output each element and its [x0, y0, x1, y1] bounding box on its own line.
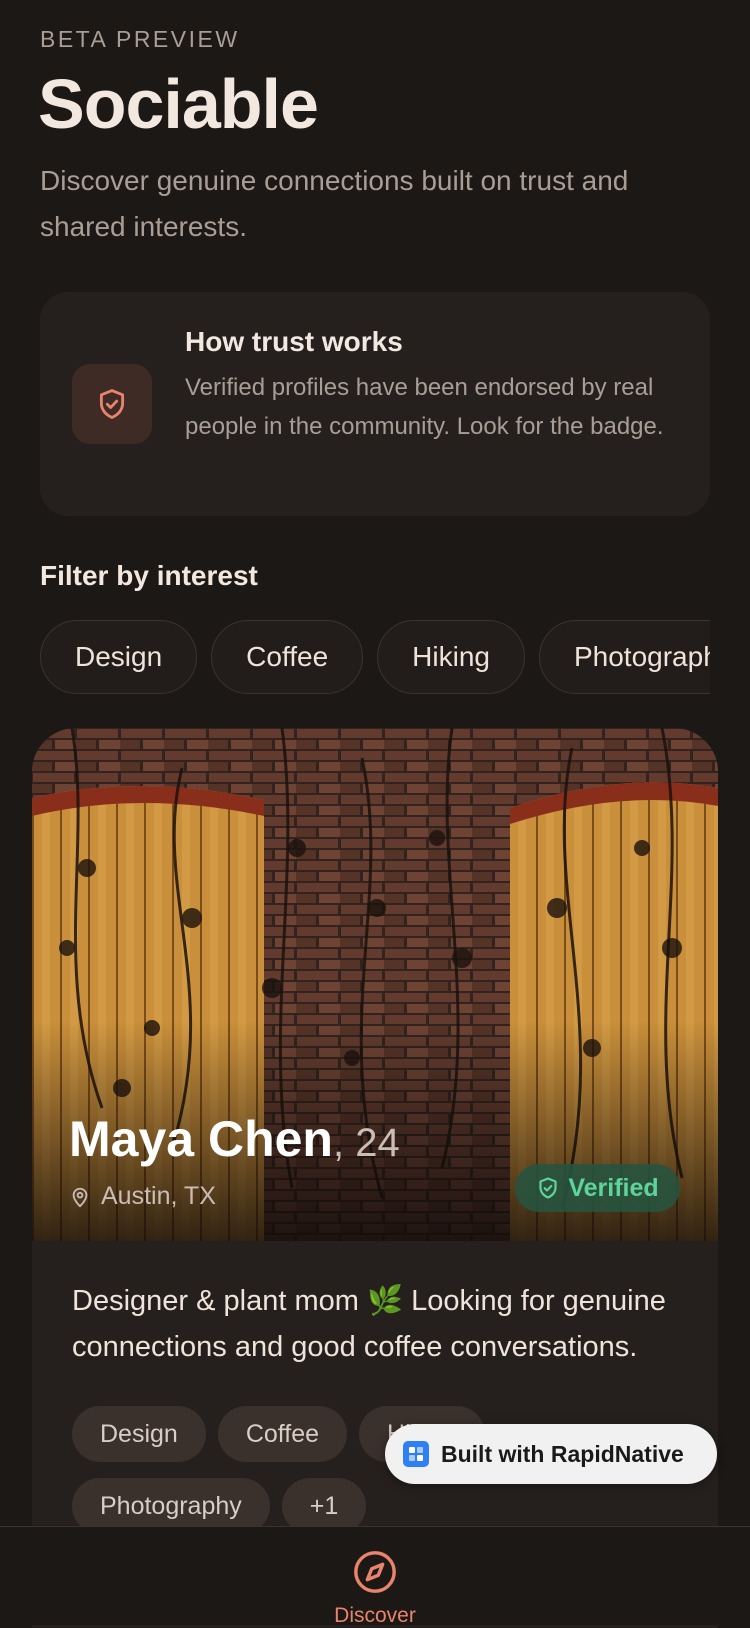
trust-info-card: How trust works Verified profiles have b…: [40, 292, 710, 516]
profile-card[interactable]: Maya Chen, 24 Austin, TX Verified Design…: [32, 728, 718, 1628]
profile-tag: Design: [72, 1406, 206, 1462]
filter-chip-design[interactable]: Design: [40, 620, 198, 694]
app-subtitle: Discover genuine connections built on tr…: [40, 165, 629, 242]
interest-filter-chips: DesignCoffeeHikingPhotography: [40, 620, 710, 696]
built-with-rapidnative-badge[interactable]: Built with RapidNative: [385, 1424, 717, 1484]
profile-age: , 24: [332, 1121, 400, 1165]
trust-description: Verified profiles have been endorsed by …: [185, 374, 664, 440]
filter-chip-coffee[interactable]: Coffee: [211, 620, 364, 694]
profile-name-text: Maya Chen: [69, 1111, 333, 1167]
profile-photo: Maya Chen, 24 Austin, TX Verified: [32, 728, 718, 1241]
trust-title: How trust works: [185, 326, 403, 357]
rapidnative-logo-icon: [403, 1441, 429, 1467]
profile-name: Maya Chen, 24: [69, 1110, 400, 1168]
verified-badge: Verified: [515, 1164, 680, 1212]
filter-chip-hiking[interactable]: Hiking: [377, 620, 525, 694]
profile-tag: Coffee: [217, 1406, 348, 1462]
app-title: Sociable: [38, 65, 319, 143]
profile-location: Austin, TX: [69, 1182, 216, 1211]
filter-chip-photography[interactable]: Photography: [538, 620, 710, 694]
shield-check-icon: [72, 364, 152, 444]
profile-bio: Designer & plant mom 🌿 Looking for genui…: [72, 1285, 666, 1363]
verified-label: Verified: [568, 1173, 659, 1202]
rapidnative-label: Built with RapidNative: [441, 1440, 684, 1467]
location-pin-icon: [69, 1185, 91, 1209]
bottom-nav: Discover: [0, 1526, 750, 1628]
location-text: Austin, TX: [101, 1182, 216, 1210]
filter-heading: Filter by interest: [40, 560, 258, 591]
nav-tab-discover[interactable]: Discover: [315, 1549, 435, 1628]
eyebrow-label: BETA PREVIEW: [40, 26, 240, 52]
verified-shield-icon: [536, 1176, 560, 1200]
compass-icon: [352, 1551, 398, 1599]
nav-label-discover: Discover: [334, 1604, 416, 1627]
